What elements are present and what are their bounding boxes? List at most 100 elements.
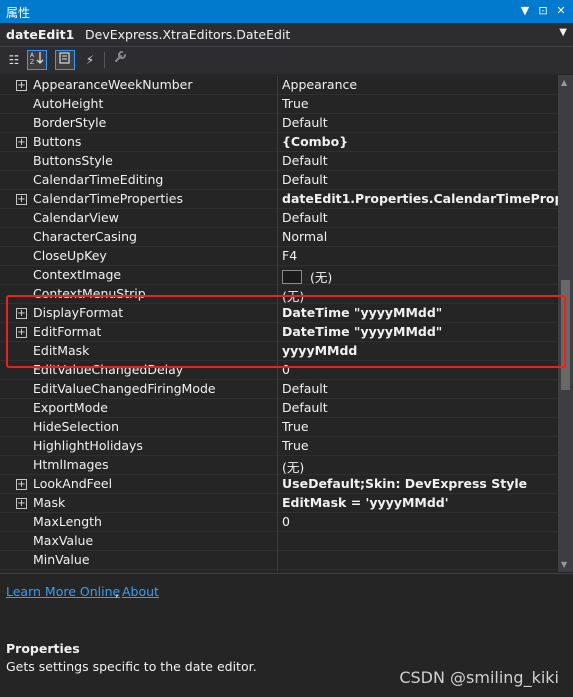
property-row[interactable]: ContextMenuStrip (无)	[0, 285, 558, 304]
column-divider[interactable]	[277, 76, 278, 95]
property-value[interactable]: dateEdit1.Properties.CalendarTimePropert…	[282, 191, 558, 206]
property-value[interactable]: <Null>	[282, 571, 558, 572]
column-divider[interactable]	[277, 114, 278, 133]
property-value[interactable]: True	[282, 96, 558, 111]
property-value[interactable]: 0	[282, 362, 558, 377]
column-divider[interactable]	[277, 494, 278, 513]
property-row[interactable]: MinValue	[0, 551, 558, 570]
expand-icon[interactable]: +	[16, 194, 27, 205]
property-row[interactable]: + Mask EditMask = 'yyyyMMdd'	[0, 494, 558, 513]
property-row[interactable]: EditValueChangedDelay 0	[0, 361, 558, 380]
column-divider[interactable]	[277, 95, 278, 114]
column-divider[interactable]	[277, 456, 278, 475]
property-row[interactable]: ExportMode Default	[0, 399, 558, 418]
property-row[interactable]: + Buttons {Combo}	[0, 133, 558, 152]
property-value[interactable]: Default	[282, 381, 558, 396]
window-menu-icon[interactable]: ▼	[517, 3, 533, 19]
vertical-scrollbar[interactable]: ▲ ▼	[558, 75, 573, 572]
scrollbar-thumb[interactable]	[561, 280, 570, 390]
property-row[interactable]: HighlightHolidays True	[0, 437, 558, 456]
column-divider[interactable]	[277, 399, 278, 418]
column-divider[interactable]	[277, 133, 278, 152]
expand-icon[interactable]: +	[16, 479, 27, 490]
property-row[interactable]: MaxValue	[0, 532, 558, 551]
column-divider[interactable]	[277, 570, 278, 572]
column-divider[interactable]	[277, 152, 278, 171]
property-pages-icon[interactable]	[55, 50, 75, 70]
column-divider[interactable]	[277, 266, 278, 285]
expand-icon[interactable]: +	[16, 327, 27, 338]
property-value[interactable]: Normal	[282, 229, 558, 244]
wrench-icon[interactable]	[110, 50, 130, 70]
property-value[interactable]: F4	[282, 248, 558, 263]
property-row[interactable]: + LookAndFeel UseDefault;Skin: DevExpress …	[0, 475, 558, 494]
property-value[interactable]: Default	[282, 115, 558, 130]
property-value[interactable]: UseDefault;Skin: DevExpress Style	[282, 476, 558, 491]
about-link[interactable]: About	[122, 584, 159, 599]
property-row[interactable]: + EditFormat DateTime "yyyyMMdd"	[0, 323, 558, 342]
property-value[interactable]: (无)	[282, 286, 558, 305]
expand-icon[interactable]: +	[16, 137, 27, 148]
column-divider[interactable]	[277, 475, 278, 494]
property-row[interactable]: CloseUpKey F4	[0, 247, 558, 266]
scroll-up-icon[interactable]: ▲	[561, 78, 567, 87]
expand-icon[interactable]: +	[16, 308, 27, 319]
events-icon[interactable]: ⚡	[80, 50, 100, 70]
column-divider[interactable]	[277, 190, 278, 209]
property-value[interactable]: DateTime "yyyyMMdd"	[282, 305, 558, 320]
property-value[interactable]: Default	[282, 210, 558, 225]
property-row[interactable]: EditValueChangedFiringMode Default	[0, 380, 558, 399]
property-row[interactable]: CalendarTimeEditing Default	[0, 171, 558, 190]
property-row[interactable]: HtmlImages (无)	[0, 456, 558, 475]
column-divider[interactable]	[277, 285, 278, 304]
property-value[interactable]: {Combo}	[282, 134, 558, 149]
property-value[interactable]: True	[282, 438, 558, 453]
column-divider[interactable]	[277, 247, 278, 266]
expand-icon[interactable]: +	[16, 80, 27, 91]
property-value[interactable]: Default	[282, 400, 558, 415]
column-divider[interactable]	[277, 304, 278, 323]
property-row[interactable]: + DisplayFormat DateTime "yyyyMMdd"	[0, 304, 558, 323]
column-divider[interactable]	[277, 342, 278, 361]
column-divider[interactable]	[277, 209, 278, 228]
scroll-down-icon[interactable]: ▼	[561, 560, 567, 569]
property-value[interactable]: True	[282, 419, 558, 434]
property-row[interactable]: AutoHeight True	[0, 95, 558, 114]
column-divider[interactable]	[277, 171, 278, 190]
learn-more-link[interactable]: Learn More Online	[6, 584, 120, 599]
property-value[interactable]: DateTime "yyyyMMdd"	[282, 324, 558, 339]
column-divider[interactable]	[277, 418, 278, 437]
property-value[interactable]: (无)	[282, 457, 558, 476]
chevron-down-icon[interactable]: ▼	[559, 27, 567, 38]
property-row[interactable]: HideSelection True	[0, 418, 558, 437]
property-value[interactable]: yyyyMMdd	[282, 343, 558, 358]
property-value[interactable]: (无)	[282, 267, 558, 286]
property-row[interactable]: + AppearanceWeekNumber Appearance	[0, 76, 558, 95]
property-row[interactable]: EditMask yyyyMMdd	[0, 342, 558, 361]
property-value[interactable]: Appearance	[282, 77, 558, 92]
expand-icon[interactable]: +	[16, 498, 27, 509]
property-value[interactable]: EditMask = 'yyyyMMdd'	[282, 495, 558, 510]
column-divider[interactable]	[277, 380, 278, 399]
column-divider[interactable]	[277, 532, 278, 551]
property-row[interactable]: CharacterCasing Normal	[0, 228, 558, 247]
column-divider[interactable]	[277, 228, 278, 247]
property-value[interactable]: Default	[282, 153, 558, 168]
property-row[interactable]: ButtonsStyle Default	[0, 152, 558, 171]
property-value[interactable]: 0	[282, 514, 558, 529]
object-selector[interactable]: dateEdit1 DevExpress.XtraEditors.DateEdi…	[0, 23, 573, 47]
column-divider[interactable]	[277, 437, 278, 456]
column-divider[interactable]	[277, 551, 278, 570]
column-divider[interactable]	[277, 323, 278, 342]
property-row[interactable]: ContextImage (无)	[0, 266, 558, 285]
column-divider[interactable]	[277, 361, 278, 380]
property-row[interactable]: BorderStyle Default	[0, 114, 558, 133]
column-divider[interactable]	[277, 513, 278, 532]
categorized-icon[interactable]: ☷	[4, 50, 24, 70]
window-close-icon[interactable]: ✕	[553, 3, 569, 19]
property-row[interactable]: CalendarView Default	[0, 209, 558, 228]
window-dock-icon[interactable]: ⊡	[535, 3, 551, 19]
property-row[interactable]: NullDate <Null>	[0, 570, 558, 572]
property-row[interactable]: MaxLength 0	[0, 513, 558, 532]
property-value[interactable]: Default	[282, 172, 558, 187]
